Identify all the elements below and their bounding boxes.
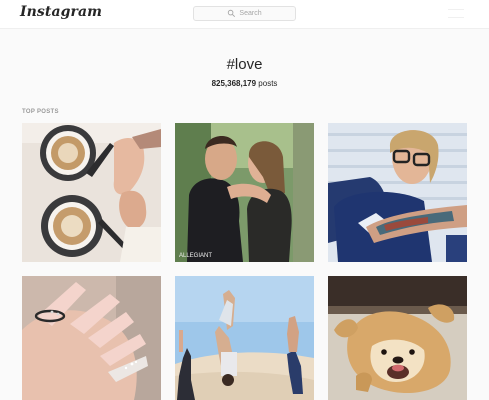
post-count-number: 825,368,179 (211, 79, 257, 88)
couple-photo: ALLEGIANT (175, 123, 314, 262)
nails-photo (22, 276, 161, 400)
post-thumbnail-couple[interactable]: ALLEGIANT (175, 123, 314, 262)
post-count-unit: posts (258, 79, 278, 88)
search-input[interactable]: Search (193, 6, 296, 21)
tattoo-photo (328, 123, 467, 262)
post-thumbnail-tattooed-woman[interactable] (328, 123, 467, 262)
post-thumbnail-puppy[interactable] (328, 276, 467, 400)
search-icon (228, 9, 236, 18)
puppy-photo (328, 276, 467, 400)
handstands-photo (175, 276, 314, 400)
post-thumbnail-nails[interactable] (22, 276, 161, 400)
top-posts-heading: TOP POSTS (22, 109, 59, 115)
search-placeholder: Search (239, 10, 262, 17)
instagram-logo[interactable]: Instagram (20, 4, 102, 20)
menu-icon[interactable] (448, 9, 464, 18)
post-count: 825,368,179 posts (0, 79, 489, 88)
post-thumbnail-coffee[interactable] (22, 123, 161, 262)
hashtag-title: #love (226, 56, 263, 73)
watermark-text: ALLEGIANT (179, 253, 212, 259)
post-thumbnail-handstands[interactable] (175, 276, 314, 400)
top-navigation-bar: Instagram Search (0, 0, 489, 29)
coffee-photo (22, 123, 161, 262)
